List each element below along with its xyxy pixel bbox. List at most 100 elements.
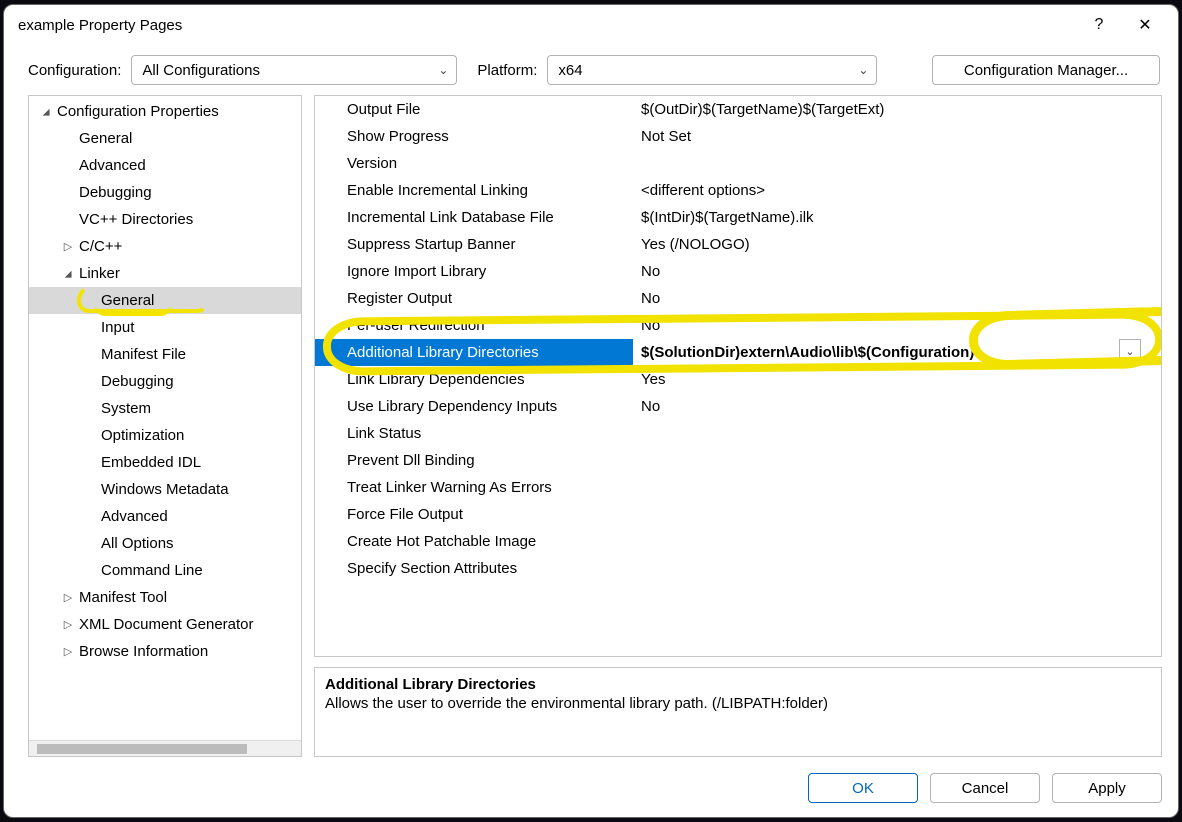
- tree-item[interactable]: ▷ C/C++: [29, 233, 301, 260]
- platform-value: x64: [558, 62, 582, 79]
- configuration-value: All Configurations: [142, 62, 260, 79]
- tree-item[interactable]: Command Line: [29, 557, 301, 584]
- property-name[interactable]: Incremental Link Database File: [315, 204, 633, 231]
- dialog-body: ◢Configuration PropertiesGeneralAdvanced…: [4, 95, 1178, 765]
- property-value[interactable]: [633, 474, 1161, 501]
- property-name[interactable]: Show Progress: [315, 123, 633, 150]
- tree-item-label: Configuration Properties: [57, 103, 219, 120]
- tree-item[interactable]: ◢ Linker: [29, 260, 301, 287]
- property-name[interactable]: Version: [315, 150, 633, 177]
- chevron-collapsed-icon[interactable]: ▷: [61, 645, 75, 658]
- grid-v-scrollbar[interactable]: [1143, 96, 1161, 656]
- description-panel: Additional Library Directories Allows th…: [314, 667, 1162, 757]
- tree-item[interactable]: Manifest File: [29, 341, 301, 368]
- tree-item[interactable]: ▷Manifest Tool: [29, 584, 301, 611]
- tree-item[interactable]: Debugging: [29, 368, 301, 395]
- tree-item[interactable]: Input: [29, 314, 301, 341]
- tree-item[interactable]: ▷ XML Document Generator: [29, 611, 301, 638]
- close-button[interactable]: ✕: [1122, 10, 1168, 40]
- tree-item[interactable]: Advanced: [29, 152, 301, 179]
- tree-item[interactable]: Optimization: [29, 422, 301, 449]
- chevron-collapsed-icon[interactable]: ▷: [61, 591, 75, 604]
- property-name[interactable]: Register Output: [315, 285, 633, 312]
- property-value[interactable]: No: [633, 285, 1161, 312]
- chevron-collapsed-icon[interactable]: ▷: [61, 240, 75, 253]
- property-name[interactable]: Treat Linker Warning As Errors: [315, 474, 633, 501]
- property-name[interactable]: Prevent Dll Binding: [315, 447, 633, 474]
- dialog-footer: OK Cancel Apply: [4, 765, 1178, 817]
- tree-item[interactable]: Debugging: [29, 179, 301, 206]
- tree-item-label: C/C++: [79, 238, 122, 255]
- property-name[interactable]: Output File: [315, 96, 633, 123]
- description-body: Allows the user to override the environm…: [325, 695, 1151, 712]
- right-panel: Output File$(OutDir)$(TargetName)$(Targe…: [314, 95, 1162, 757]
- property-value[interactable]: [633, 555, 1161, 582]
- tree-item-label: Windows Metadata: [101, 481, 229, 498]
- chevron-collapsed-icon[interactable]: ▷: [61, 618, 75, 631]
- property-value[interactable]: [633, 447, 1161, 474]
- config-tree[interactable]: ◢Configuration PropertiesGeneralAdvanced…: [29, 96, 301, 740]
- property-name[interactable]: Enable Incremental Linking: [315, 177, 633, 204]
- property-grid[interactable]: Output File$(OutDir)$(TargetName)$(Targe…: [315, 96, 1161, 582]
- tree-item-label: Advanced: [101, 508, 168, 525]
- platform-combo[interactable]: x64 ⌄: [547, 55, 877, 85]
- tree-item[interactable]: ▷ Browse Information: [29, 638, 301, 665]
- tree-item-label: General: [101, 292, 154, 309]
- property-grid-panel: Output File$(OutDir)$(TargetName)$(Targe…: [314, 95, 1162, 657]
- tree-item[interactable]: Embedded IDL: [29, 449, 301, 476]
- ok-button[interactable]: OK: [808, 773, 918, 803]
- property-value[interactable]: Yes (/NOLOGO): [633, 231, 1161, 258]
- scrollbar-thumb[interactable]: [37, 744, 247, 754]
- tree-item[interactable]: Windows Metadata: [29, 476, 301, 503]
- property-value[interactable]: Not Set: [633, 123, 1161, 150]
- property-value[interactable]: [633, 528, 1161, 555]
- tree-panel: ◢Configuration PropertiesGeneralAdvanced…: [28, 95, 302, 757]
- property-value[interactable]: <different options>: [633, 177, 1161, 204]
- property-name[interactable]: Specify Section Attributes: [315, 555, 633, 582]
- help-button[interactable]: ?: [1076, 10, 1122, 40]
- property-name[interactable]: Link Status: [315, 420, 633, 447]
- tree-item[interactable]: VC++ Directories: [29, 206, 301, 233]
- property-name[interactable]: Suppress Startup Banner: [315, 231, 633, 258]
- property-value[interactable]: $(SolutionDir)extern\Audio\lib\$(Configu…: [633, 339, 1161, 366]
- config-toolbar: Configuration: All Configurations ⌄ Plat…: [4, 41, 1178, 95]
- property-value[interactable]: $(OutDir)$(TargetName)$(TargetExt): [633, 96, 1161, 123]
- property-value[interactable]: No: [633, 312, 1161, 339]
- value-dropdown-button[interactable]: ⌄: [1119, 339, 1141, 364]
- property-name[interactable]: Create Hot Patchable Image: [315, 528, 633, 555]
- property-value[interactable]: [633, 501, 1161, 528]
- apply-button[interactable]: Apply: [1052, 773, 1162, 803]
- chevron-expanded-icon[interactable]: ◢: [62, 268, 73, 278]
- tree-item[interactable]: General: [29, 125, 301, 152]
- property-value[interactable]: Yes: [633, 366, 1161, 393]
- platform-label: Platform:: [477, 62, 537, 79]
- property-name[interactable]: Additional Library Directories: [315, 339, 633, 366]
- property-name[interactable]: Use Library Dependency Inputs: [315, 393, 633, 420]
- property-value[interactable]: No: [633, 393, 1161, 420]
- property-value[interactable]: No: [633, 258, 1161, 285]
- configuration-manager-button[interactable]: Configuration Manager...: [932, 55, 1160, 85]
- property-value[interactable]: [633, 150, 1161, 177]
- tree-item[interactable]: All Options: [29, 530, 301, 557]
- cancel-button[interactable]: Cancel: [930, 773, 1040, 803]
- chevron-expanded-icon[interactable]: ◢: [40, 106, 51, 116]
- property-name[interactable]: Force File Output: [315, 501, 633, 528]
- tree-item-label: XML Document Generator: [79, 616, 254, 633]
- tree-item[interactable]: Advanced: [29, 503, 301, 530]
- property-value[interactable]: [633, 420, 1161, 447]
- property-name[interactable]: Per-user Redirection: [315, 312, 633, 339]
- chevron-down-icon: ⌄: [438, 63, 448, 77]
- tree-item-label: Browse Information: [79, 643, 208, 660]
- configuration-combo[interactable]: All Configurations ⌄: [131, 55, 457, 85]
- property-value[interactable]: $(IntDir)$(TargetName).ilk: [633, 204, 1161, 231]
- tree-h-scrollbar[interactable]: [29, 740, 301, 756]
- tree-item[interactable]: ◢ Configuration Properties: [29, 98, 301, 125]
- property-pages-dialog: example Property Pages ? ✕ Configuration…: [3, 4, 1179, 818]
- property-name[interactable]: Ignore Import Library: [315, 258, 633, 285]
- chevron-down-icon: ⌄: [1125, 345, 1134, 358]
- tree-item[interactable]: General: [29, 287, 301, 314]
- tree-item-label: Linker: [79, 265, 120, 282]
- property-name[interactable]: Link Library Dependencies: [315, 366, 633, 393]
- tree-item[interactable]: System: [29, 395, 301, 422]
- tree-item-label: System: [101, 400, 151, 417]
